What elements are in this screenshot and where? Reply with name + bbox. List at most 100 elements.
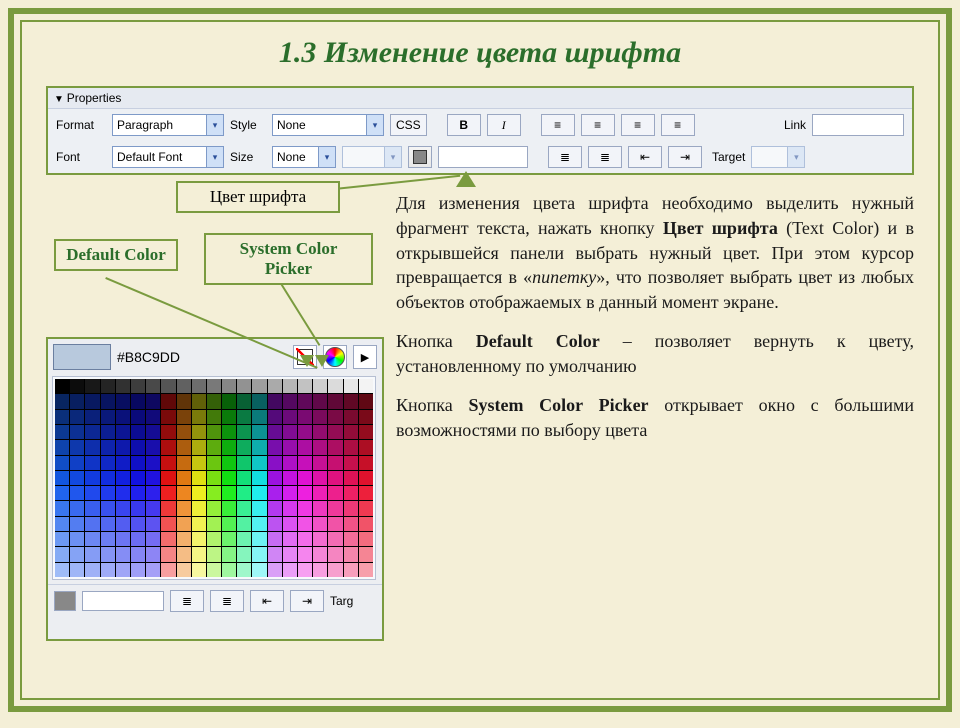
palette-cell[interactable] — [70, 425, 84, 439]
palette-cell[interactable] — [192, 410, 206, 424]
palette-cell[interactable] — [101, 425, 115, 439]
palette-cell[interactable] — [116, 456, 130, 470]
palette-cell[interactable] — [101, 517, 115, 531]
palette-cell[interactable] — [359, 394, 373, 408]
palette-cell[interactable] — [55, 563, 69, 577]
palette-cell[interactable] — [177, 547, 191, 561]
palette-cell[interactable] — [161, 547, 175, 561]
palette-cell[interactable] — [252, 532, 266, 546]
palette-cell[interactable] — [237, 471, 251, 485]
palette-cell[interactable] — [207, 471, 221, 485]
palette-cell[interactable] — [313, 532, 327, 546]
palette-cell[interactable] — [298, 517, 312, 531]
palette-cell[interactable] — [55, 517, 69, 531]
palette-cell[interactable] — [313, 517, 327, 531]
palette-cell[interactable] — [283, 501, 297, 515]
palette-cell[interactable] — [177, 425, 191, 439]
palette-cell[interactable] — [177, 410, 191, 424]
palette-cell[interactable] — [131, 486, 145, 500]
palette-cell[interactable] — [131, 563, 145, 577]
palette-cell[interactable] — [283, 425, 297, 439]
palette-cell[interactable] — [116, 410, 130, 424]
palette-cell[interactable] — [298, 394, 312, 408]
palette-cell[interactable] — [313, 425, 327, 439]
palette-cell[interactable] — [359, 532, 373, 546]
palette-cell[interactable] — [161, 501, 175, 515]
indent-button[interactable]: ⇥ — [290, 590, 324, 612]
palette-cell[interactable] — [85, 425, 99, 439]
palette-cell[interactable] — [192, 456, 206, 470]
palette-cell[interactable] — [207, 456, 221, 470]
palette-cell[interactable] — [313, 410, 327, 424]
align-right-button[interactable]: ≡ — [621, 114, 655, 136]
palette-cell[interactable] — [359, 563, 373, 577]
palette-cell[interactable] — [268, 379, 282, 393]
palette-cell[interactable] — [116, 501, 130, 515]
bold-button[interactable]: B — [447, 114, 481, 136]
palette-cell[interactable] — [344, 501, 358, 515]
palette-cell[interactable] — [222, 486, 236, 500]
palette-cell[interactable] — [268, 456, 282, 470]
palette-cell[interactable] — [131, 456, 145, 470]
palette-cell[interactable] — [146, 532, 160, 546]
palette-cell[interactable] — [359, 486, 373, 500]
palette-cell[interactable] — [85, 379, 99, 393]
palette-cell[interactable] — [222, 440, 236, 454]
palette-cell[interactable] — [70, 440, 84, 454]
color-palette-grid[interactable] — [53, 377, 375, 579]
italic-button[interactable]: I — [487, 114, 521, 136]
palette-cell[interactable] — [131, 440, 145, 454]
palette-cell[interactable] — [161, 410, 175, 424]
palette-cell[interactable] — [222, 563, 236, 577]
palette-cell[interactable] — [116, 547, 130, 561]
palette-cell[interactable] — [298, 379, 312, 393]
palette-cell[interactable] — [70, 410, 84, 424]
palette-cell[interactable] — [283, 471, 297, 485]
palette-cell[interactable] — [70, 532, 84, 546]
palette-cell[interactable] — [161, 517, 175, 531]
palette-cell[interactable] — [222, 501, 236, 515]
palette-cell[interactable] — [313, 440, 327, 454]
ul-button[interactable]: ≣ — [170, 590, 204, 612]
palette-cell[interactable] — [237, 394, 251, 408]
palette-cell[interactable] — [131, 547, 145, 561]
palette-cell[interactable] — [222, 379, 236, 393]
palette-cell[interactable] — [283, 394, 297, 408]
palette-cell[interactable] — [344, 517, 358, 531]
palette-cell[interactable] — [101, 456, 115, 470]
palette-cell[interactable] — [55, 532, 69, 546]
palette-cell[interactable] — [237, 440, 251, 454]
format-select[interactable]: Paragraph▾ — [112, 114, 224, 136]
palette-cell[interactable] — [101, 563, 115, 577]
palette-cell[interactable] — [192, 501, 206, 515]
palette-cell[interactable] — [207, 394, 221, 408]
palette-cell[interactable] — [131, 410, 145, 424]
palette-cell[interactable] — [207, 379, 221, 393]
palette-cell[interactable] — [237, 456, 251, 470]
palette-cell[interactable] — [177, 532, 191, 546]
palette-cell[interactable] — [237, 547, 251, 561]
palette-cell[interactable] — [268, 532, 282, 546]
palette-cell[interactable] — [344, 410, 358, 424]
palette-cell[interactable] — [146, 517, 160, 531]
palette-cell[interactable] — [55, 425, 69, 439]
palette-cell[interactable] — [222, 532, 236, 546]
palette-cell[interactable] — [192, 517, 206, 531]
palette-cell[interactable] — [85, 471, 99, 485]
palette-cell[interactable] — [252, 501, 266, 515]
palette-cell[interactable] — [207, 532, 221, 546]
palette-cell[interactable] — [359, 410, 373, 424]
palette-cell[interactable] — [328, 486, 342, 500]
palette-cell[interactable] — [313, 456, 327, 470]
palette-cell[interactable] — [70, 394, 84, 408]
palette-cell[interactable] — [146, 501, 160, 515]
palette-cell[interactable] — [328, 410, 342, 424]
palette-cell[interactable] — [177, 471, 191, 485]
palette-cell[interactable] — [222, 547, 236, 561]
palette-cell[interactable] — [70, 379, 84, 393]
palette-cell[interactable] — [207, 563, 221, 577]
palette-cell[interactable] — [344, 425, 358, 439]
palette-cell[interactable] — [55, 440, 69, 454]
palette-cell[interactable] — [161, 563, 175, 577]
palette-cell[interactable] — [298, 456, 312, 470]
